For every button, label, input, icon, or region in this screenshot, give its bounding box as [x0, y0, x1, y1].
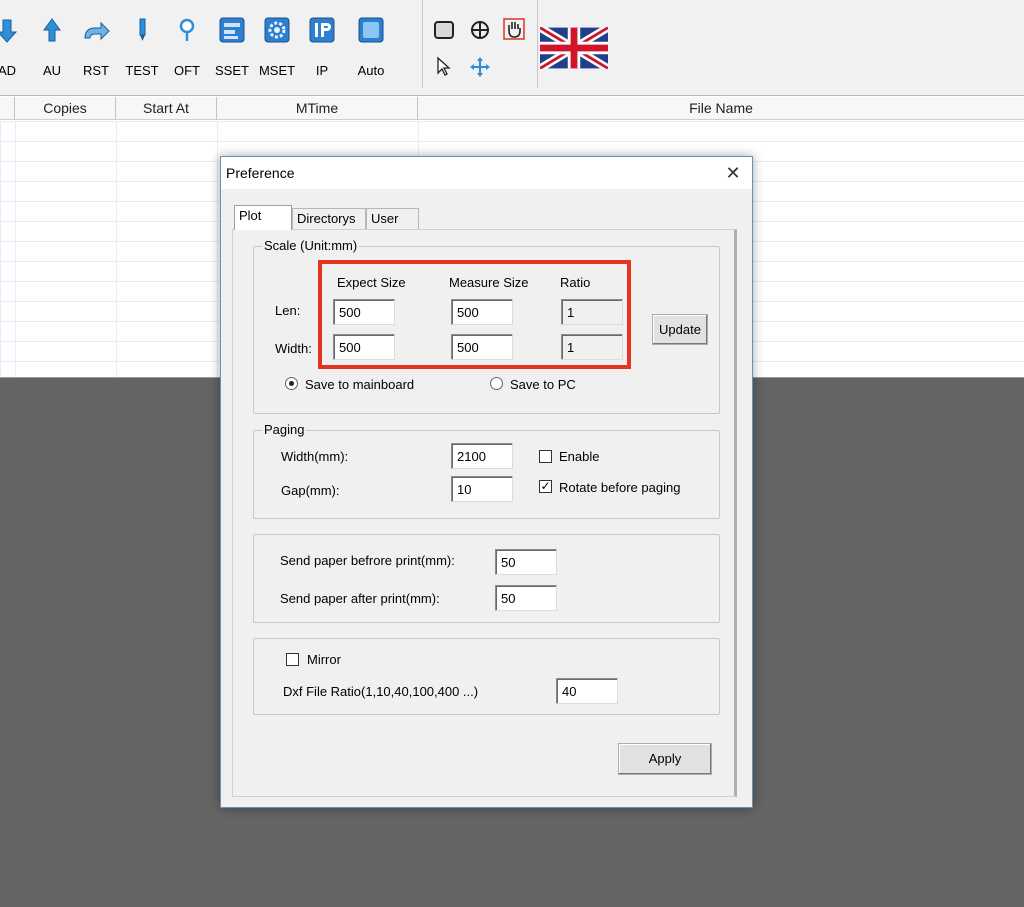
- target-tool-icon[interactable]: [469, 19, 491, 41]
- width-measure-size-field[interactable]: [451, 334, 513, 360]
- grid-line: [116, 121, 117, 377]
- enable-paging-label[interactable]: Enable: [559, 449, 599, 464]
- dxf-ratio-field[interactable]: [556, 678, 618, 704]
- paging-width-field[interactable]: [451, 443, 513, 469]
- dxf-ratio-label: Dxf File Ratio(1,10,40,100,400 ...): [283, 684, 479, 699]
- system-settings-icon: [219, 17, 245, 43]
- tab-user[interactable]: User: [366, 208, 419, 230]
- mirror-checkbox[interactable]: [286, 653, 299, 666]
- misc-group: [253, 638, 720, 715]
- paging-gap-field[interactable]: [451, 476, 513, 502]
- paging-width-label: Width(mm):: [281, 449, 349, 464]
- column-header-mtime[interactable]: MTime: [217, 97, 418, 120]
- grid-line: [15, 121, 16, 377]
- rotate-before-paging-checkbox[interactable]: ✓: [539, 480, 552, 493]
- tab-user-label: User: [371, 211, 399, 226]
- width-expect-size-field[interactable]: [333, 334, 395, 360]
- toolbar-separator: [537, 0, 538, 88]
- paging-group-legend: Paging: [262, 422, 307, 437]
- tab-directorys[interactable]: Directorys: [292, 208, 366, 230]
- file-list-header: Copies Start At MTime File Name: [0, 97, 1024, 120]
- hand-tool-icon[interactable]: [503, 18, 525, 40]
- toolbar-separator: [422, 0, 423, 88]
- move-tool-icon[interactable]: [469, 56, 491, 78]
- save-to-mainboard-radio[interactable]: [285, 377, 298, 390]
- len-measure-size-field[interactable]: [451, 299, 513, 325]
- dialog-title: Preference: [226, 165, 295, 181]
- paper-feed-group: [253, 534, 720, 623]
- column-header-file-name[interactable]: File Name: [418, 97, 1024, 120]
- ratio-header: Ratio: [560, 275, 591, 290]
- rotate-before-paging-label[interactable]: Rotate before paging: [559, 480, 680, 495]
- auto-label: Auto: [357, 63, 385, 78]
- tab-plot-label: Plot: [239, 208, 262, 223]
- auto-icon: [358, 17, 384, 43]
- column-header-copies[interactable]: Copies: [15, 97, 116, 120]
- dialog-titlebar[interactable]: Preference ✕: [221, 157, 752, 189]
- ip-icon: [309, 17, 335, 43]
- column-header-start-at[interactable]: Start At: [116, 97, 217, 120]
- paging-gap-label: Gap(mm):: [281, 483, 340, 498]
- apply-button[interactable]: Apply: [618, 743, 712, 775]
- pen-test-icon: [139, 18, 146, 41]
- uk-flag-icon[interactable]: [540, 27, 608, 69]
- send-paper-before-field[interactable]: [495, 549, 557, 575]
- machine-settings-gear-icon: [264, 17, 290, 43]
- toolbar: AD AU RST TEST OFT SSET MSET IP Auto: [0, 0, 1024, 96]
- save-to-pc-radio[interactable]: [490, 377, 503, 390]
- preference-dialog: Preference ✕ Plot Directorys User Scale …: [220, 156, 753, 808]
- send-paper-after-field[interactable]: [495, 585, 557, 611]
- width-label: Width:: [275, 341, 312, 356]
- len-label: Len:: [275, 303, 301, 318]
- ip-button[interactable]: IP: [299, 12, 345, 82]
- enable-paging-checkbox[interactable]: [539, 450, 552, 463]
- offset-pin-icon: [179, 18, 195, 41]
- column-header-index[interactable]: [0, 97, 15, 120]
- len-ratio-field: [561, 299, 623, 325]
- tab-plot[interactable]: Plot: [234, 205, 292, 230]
- reset-arrow-icon: [84, 21, 110, 41]
- auto-button[interactable]: Auto: [348, 12, 394, 82]
- tab-directorys-label: Directorys: [297, 211, 356, 226]
- width-ratio-field: [561, 334, 623, 360]
- len-expect-size-field[interactable]: [333, 299, 395, 325]
- down-arrow-icon: [0, 19, 18, 43]
- measure-size-header: Measure Size: [449, 275, 529, 290]
- grid-line: [217, 121, 218, 377]
- scale-group-legend: Scale (Unit:mm): [262, 238, 360, 253]
- save-to-pc-label[interactable]: Save to PC: [510, 377, 576, 392]
- send-paper-before-label: Send paper befrore print(mm):: [280, 553, 455, 568]
- mirror-label[interactable]: Mirror: [307, 652, 341, 667]
- rectangle-tool-icon[interactable]: [433, 19, 455, 41]
- send-paper-after-label: Send paper after print(mm):: [280, 591, 440, 606]
- expect-size-header: Expect Size: [337, 275, 406, 290]
- up-arrow-icon: [43, 18, 61, 42]
- save-to-mainboard-label[interactable]: Save to mainboard: [305, 377, 414, 392]
- pointer-tool-icon[interactable]: [434, 56, 456, 78]
- close-icon[interactable]: ✕: [720, 160, 746, 186]
- update-button[interactable]: Update: [652, 314, 708, 345]
